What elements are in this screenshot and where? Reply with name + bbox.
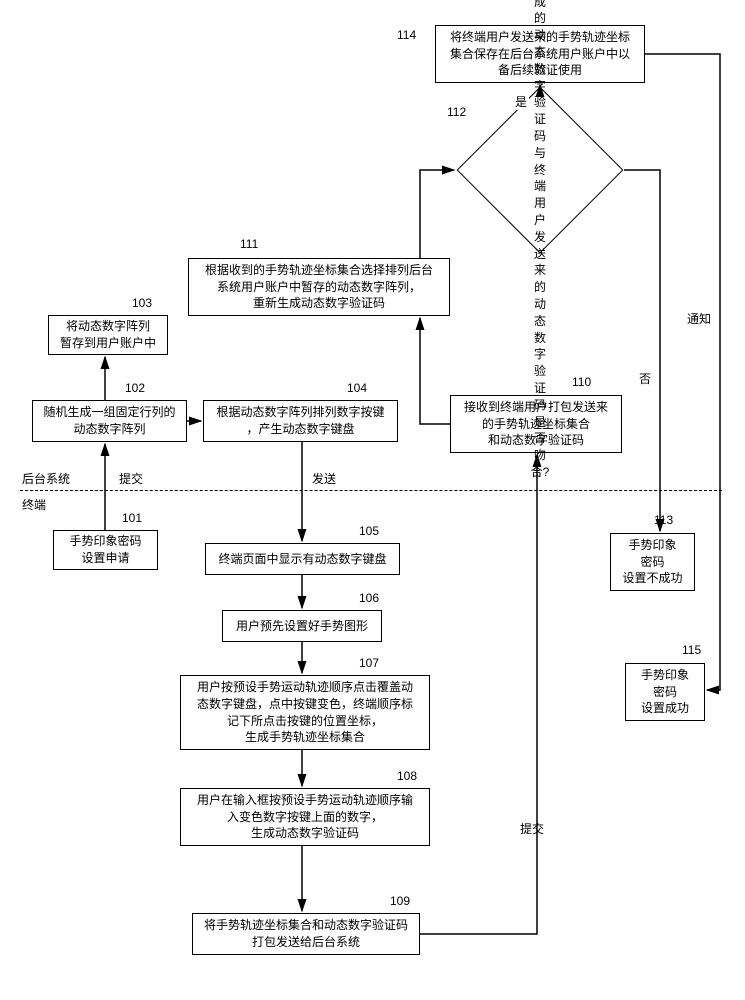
node-101: 手势印象密码设置申请 <box>53 530 158 570</box>
node-109: 将手势轨迹坐标集合和动态数字验证码打包发送给后台系统 <box>192 913 420 955</box>
num-104: 104 <box>345 381 369 395</box>
node-101-text: 手势印象密码设置申请 <box>69 533 141 567</box>
num-103: 103 <box>130 296 154 310</box>
node-115-text: 手势印象密码设置成功 <box>641 667 689 717</box>
num-109: 109 <box>388 894 412 908</box>
node-112-text: 比对后台系统新生成的动态数字验证码与终端用户发送来的动态数字验证码是否吻合? <box>531 0 550 481</box>
num-112: 112 <box>445 105 468 119</box>
node-102-text: 随机生成一组固定行列的动态数字阵列 <box>43 404 175 438</box>
node-107-text: 用户按预设手势运动轨迹顺序点击覆盖动态数字键盘，点中按键变色，终端顺序标记下所点… <box>197 679 413 746</box>
label-backend: 后台系统 <box>20 470 72 487</box>
node-109-text: 将手势轨迹坐标集合和动态数字验证码打包发送给后台系统 <box>204 917 408 951</box>
node-113: 手势印象密码设置不成功 <box>610 533 695 591</box>
node-108: 用户在输入框按预设手势运动轨迹顺序输入变色数字按键上面的数字，生成动态数字验证码 <box>180 788 430 846</box>
label-submit1: 提交 <box>117 470 145 487</box>
node-106-text: 用户预先设置好手势图形 <box>236 618 368 635</box>
node-115: 手势印象密码设置成功 <box>625 663 705 721</box>
num-101: 101 <box>120 511 144 525</box>
num-113: 113 <box>652 513 675 527</box>
num-111: 111 <box>238 237 260 251</box>
node-113-text: 手势印象密码设置不成功 <box>622 537 682 587</box>
node-111-text: 根据收到的手势轨迹坐标集合选择排列后台系统用户账户中暂存的动态数字阵列，重新生成… <box>205 262 433 312</box>
node-111: 根据收到的手势轨迹坐标集合选择排列后台系统用户账户中暂存的动态数字阵列，重新生成… <box>188 258 450 316</box>
node-106: 用户预先设置好手势图形 <box>222 610 382 642</box>
label-send: 发送 <box>310 470 338 487</box>
num-106: 106 <box>357 591 381 605</box>
num-107: 107 <box>357 656 381 670</box>
label-submit2: 提交 <box>518 820 546 837</box>
num-110: 110 <box>570 375 593 389</box>
node-105: 终端页面中显示有动态数字键盘 <box>205 543 400 575</box>
num-102: 102 <box>123 381 147 395</box>
node-104: 根据动态数字阵列排列数字按键，产生动态数字键盘 <box>203 400 398 442</box>
node-103-text: 将动态数字阵列暂存到用户账户中 <box>60 318 156 352</box>
label-no: 否 <box>637 370 653 387</box>
num-108: 108 <box>395 769 419 783</box>
label-yes: 是 <box>513 93 529 110</box>
node-108-text: 用户在输入框按预设手势运动轨迹顺序输入变色数字按键上面的数字，生成动态数字验证码 <box>197 792 413 842</box>
flow-arrows <box>0 0 745 1000</box>
node-105-text: 终端页面中显示有动态数字键盘 <box>218 551 386 568</box>
node-107: 用户按预设手势运动轨迹顺序点击覆盖动态数字键盘，点中按键变色，终端顺序标记下所点… <box>180 675 430 750</box>
num-105: 105 <box>357 524 381 538</box>
num-114: 114 <box>395 28 418 42</box>
node-102: 随机生成一组固定行列的动态数字阵列 <box>32 400 187 442</box>
label-terminal: 终端 <box>20 496 48 513</box>
node-104-text: 根据动态数字阵列排列数字按键，产生动态数字键盘 <box>216 404 384 438</box>
num-115: 115 <box>680 643 703 657</box>
node-103: 将动态数字阵列暂存到用户账户中 <box>48 315 168 355</box>
label-notify: 通知 <box>685 310 713 327</box>
